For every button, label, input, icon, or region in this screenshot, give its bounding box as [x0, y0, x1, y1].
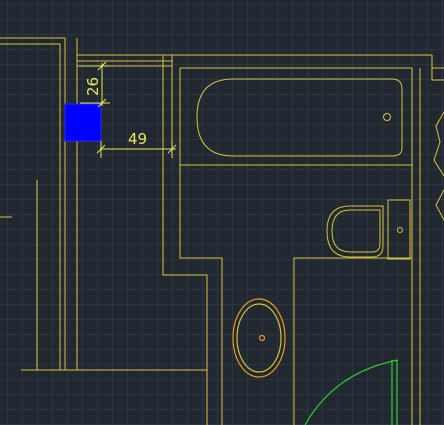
right-edge-linework[interactable] — [433, 111, 444, 221]
horizontal-dimension-text: 49 — [128, 130, 147, 148]
floor-plan-drawing[interactable]: 26 49 — [0, 0, 444, 425]
selected-hatch[interactable] — [64, 103, 102, 142]
wall-linework-left[interactable] — [0, 37, 207, 371]
vertical-dimension-text: 26 — [84, 77, 102, 96]
door-swing[interactable] — [304, 359, 399, 425]
cad-model-space[interactable]: 26 49 — [0, 0, 444, 425]
sink[interactable] — [232, 298, 286, 378]
bathtub[interactable] — [196, 78, 403, 157]
toilet[interactable] — [326, 199, 411, 260]
